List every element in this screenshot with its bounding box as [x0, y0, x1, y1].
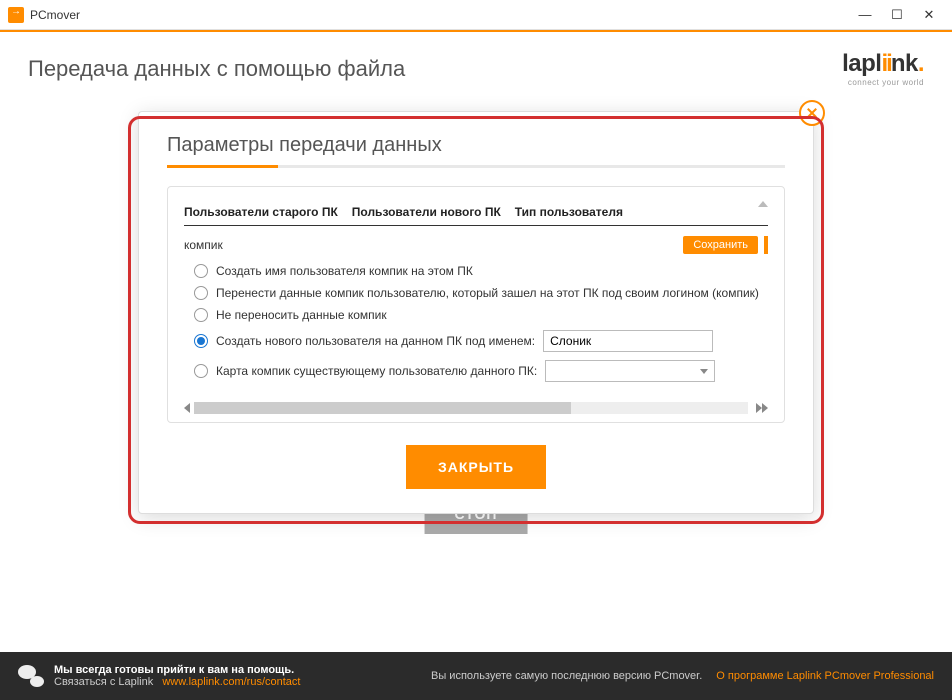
option-create-same-user[interactable]: Создать имя пользователя компик на этом …: [194, 264, 768, 278]
modal-title: Параметры передачи данных: [167, 134, 785, 157]
help-text: Мы всегда готовы прийти к вам на помощь.…: [54, 664, 300, 688]
main-stage: СТОП Параметры передачи данных Пользоват…: [0, 111, 952, 514]
app-icon: [8, 7, 24, 23]
radio-icon[interactable]: [194, 334, 208, 348]
accent-bar-icon: [764, 236, 768, 254]
option-map-existing-user[interactable]: Карта компик существующему пользователю …: [194, 360, 768, 382]
option-label: Перенести данные компик пользователю, ко…: [216, 286, 759, 300]
scroll-end-icon[interactable]: [762, 403, 768, 413]
column-headers: Пользователи старого ПК Пользователи нов…: [184, 205, 768, 226]
col-old-pc: Пользователи старого ПК: [184, 205, 338, 219]
minimize-button[interactable]: —: [858, 8, 872, 22]
username-label: компик: [184, 238, 223, 252]
option-transfer-to-logged-user[interactable]: Перенести данные компик пользователю, ко…: [194, 286, 768, 300]
close-window-button[interactable]: ✕: [922, 8, 936, 22]
radio-icon[interactable]: [194, 264, 208, 278]
page-header: Передача данных с помощью файла lapliink…: [0, 32, 952, 97]
options-panel: Пользователи старого ПК Пользователи нов…: [167, 186, 785, 423]
close-button[interactable]: ЗАКРЫТЬ: [406, 445, 546, 489]
progress-fill: [167, 165, 278, 168]
contact-link[interactable]: www.laplink.com/rus/contact: [162, 676, 300, 688]
brand-logo: lapliink. connect your world: [842, 50, 924, 87]
option-label: Создать нового пользователя на данном ПК…: [216, 334, 535, 348]
close-icon[interactable]: [799, 100, 825, 126]
chat-icon: [18, 665, 44, 687]
option-create-new-user[interactable]: Создать нового пользователя на данном ПК…: [194, 330, 768, 352]
contact-label: Связаться с Laplink: [54, 676, 153, 688]
help-headline: Мы всегда готовы прийти к вам на помощь.: [54, 664, 294, 676]
maximize-button[interactable]: ☐: [890, 8, 904, 22]
brand-tagline: connect your world: [842, 78, 924, 87]
map-user-dropdown[interactable]: [545, 360, 715, 382]
option-label: Не переносить данные компик: [216, 308, 387, 322]
radio-icon[interactable]: [194, 364, 208, 378]
version-text: Вы используете самую последнюю версию PC…: [431, 670, 702, 682]
transfer-options-modal: Параметры передачи данных Пользователи с…: [138, 111, 814, 514]
radio-icon[interactable]: [194, 286, 208, 300]
scroll-track[interactable]: [194, 402, 748, 414]
scroll-thumb[interactable]: [194, 402, 571, 414]
new-username-input[interactable]: [543, 330, 713, 352]
user-row: компик Сохранить: [184, 236, 768, 254]
col-new-pc: Пользователи нового ПК: [352, 205, 501, 219]
titlebar: PCmover — ☐ ✕: [0, 0, 952, 30]
page-title: Передача данных с помощью файла: [28, 56, 405, 82]
option-label: Карта компик существующему пользователю …: [216, 364, 537, 378]
collapse-icon[interactable]: [758, 201, 768, 207]
horizontal-scrollbar[interactable]: [184, 402, 768, 414]
option-do-not-transfer[interactable]: Не переносить данные компик: [194, 308, 768, 322]
save-button[interactable]: Сохранить: [683, 236, 758, 254]
option-label: Создать имя пользователя компик на этом …: [216, 264, 473, 278]
col-user-type: Тип пользователя: [515, 205, 623, 219]
scroll-left-icon[interactable]: [184, 403, 190, 413]
progress-track: [167, 165, 785, 168]
radio-icon[interactable]: [194, 308, 208, 322]
about-link[interactable]: О программе Laplink PCmover Professional: [716, 670, 934, 682]
window-title: PCmover: [30, 8, 80, 22]
footer: Мы всегда готовы прийти к вам на помощь.…: [0, 652, 952, 700]
